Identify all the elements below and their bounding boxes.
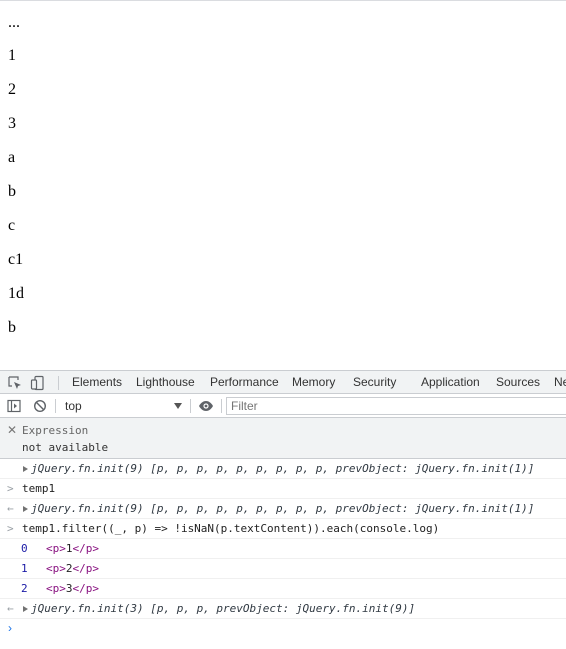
tab-performance[interactable]: Performance [210, 371, 279, 394]
toolbar-divider [221, 399, 222, 413]
tag-text: 1 [65, 542, 73, 555]
console-prompt[interactable]: › [0, 619, 566, 639]
tag-open: <p> [46, 562, 66, 575]
live-expression: ✕ Expression not available [0, 418, 566, 459]
expand-triangle-icon[interactable] [23, 506, 28, 512]
input-chevron-icon: > [7, 482, 14, 495]
tab-network[interactable]: Ne [554, 371, 566, 394]
console-log: 2 <p>3</p> [0, 579, 566, 599]
toolbar-divider [55, 399, 56, 413]
tag-open: <p> [46, 582, 66, 595]
live-expression-label[interactable]: Expression [22, 424, 88, 437]
log-index: 1 [21, 562, 28, 575]
device-toolbar-icon[interactable] [30, 375, 46, 391]
console-command: temp1 [22, 482, 56, 495]
log-index: 0 [21, 542, 28, 555]
devtools-panel: Elements Lighthouse Performance Memory S… [0, 370, 566, 649]
output-chevron-icon: ← [7, 502, 14, 515]
page-paragraph: 1 [8, 47, 16, 64]
console-result: ← jQuery.fn.init(3) [p, p, p, prevObject… [0, 599, 566, 619]
context-selector[interactable]: top [58, 396, 188, 416]
console-log: 1 <p>2</p> [0, 559, 566, 579]
console-object[interactable]: jQuery.fn.init(3) [p, p, p, prevObject: … [31, 599, 415, 618]
tag-close: </p> [72, 582, 100, 595]
page-paragraph: 3 [8, 115, 16, 132]
prompt-chevron-icon: › [8, 621, 12, 635]
chevron-down-icon[interactable] [174, 403, 182, 409]
tab-sources[interactable]: Sources [496, 371, 540, 394]
toolbar-divider [190, 399, 191, 413]
console-command: temp1.filter((_, p) => !isNaN(p.textCont… [22, 522, 440, 535]
page-paragraph: c1 [8, 251, 24, 268]
toolbar-divider [58, 376, 59, 390]
tab-application[interactable]: Application [421, 371, 480, 394]
console-input: > temp1.filter((_, p) => !isNaN(p.textCo… [0, 519, 566, 539]
show-sidebar-icon[interactable] [7, 399, 21, 413]
page-paragraph: 1d [8, 285, 24, 302]
tag-close: </p> [72, 562, 100, 575]
console-object[interactable]: jQuery.fn.init(9) [p, p, p, p, p, p, p, … [31, 459, 534, 478]
console-object[interactable]: jQuery.fn.init(9) [p, p, p, p, p, p, p, … [31, 499, 534, 518]
page-paragraph: a [8, 149, 16, 166]
output-chevron-icon: ← [7, 602, 14, 615]
log-element[interactable]: <p>2</p> [46, 559, 99, 578]
console-input: > temp1 [0, 479, 566, 499]
filter-input[interactable] [226, 397, 566, 415]
page-paragraph: ... [8, 14, 20, 31]
expand-triangle-icon[interactable] [23, 466, 28, 472]
tag-close: </p> [72, 542, 100, 555]
clear-console-icon[interactable] [33, 399, 47, 413]
close-icon[interactable]: ✕ [7, 423, 17, 437]
page-paragraph: 2 [8, 81, 16, 98]
devtools-tab-bar: Elements Lighthouse Performance Memory S… [0, 370, 566, 394]
inspect-element-icon[interactable] [7, 375, 23, 391]
tab-memory[interactable]: Memory [292, 371, 335, 394]
tag-open: <p> [46, 542, 66, 555]
tab-elements[interactable]: Elements [72, 371, 122, 394]
console-result: jQuery.fn.init(9) [p, p, p, p, p, p, p, … [0, 459, 566, 479]
log-element[interactable]: <p>1</p> [46, 539, 99, 558]
tag-text: 2 [65, 562, 73, 575]
log-element[interactable]: <p>3</p> [46, 579, 99, 598]
console-result: ← jQuery.fn.init(9) [p, p, p, p, p, p, p… [0, 499, 566, 519]
expand-triangle-icon[interactable] [23, 606, 28, 612]
page-paragraph: b [8, 319, 16, 336]
input-chevron-icon: > [7, 522, 14, 535]
live-expression-value: not available [22, 441, 109, 454]
log-index: 2 [21, 582, 28, 595]
rendered-page: ... 1 2 3 a b c c1 1d b [0, 0, 566, 370]
console-toolbar: top [0, 394, 566, 418]
eye-icon[interactable] [198, 399, 213, 413]
tab-lighthouse[interactable]: Lighthouse [136, 371, 195, 394]
tag-text: 3 [65, 582, 73, 595]
page-paragraph: c [8, 217, 16, 234]
page-paragraph: b [8, 183, 16, 200]
console-log: 0 <p>1</p> [0, 539, 566, 559]
tab-security[interactable]: Security [353, 371, 396, 394]
